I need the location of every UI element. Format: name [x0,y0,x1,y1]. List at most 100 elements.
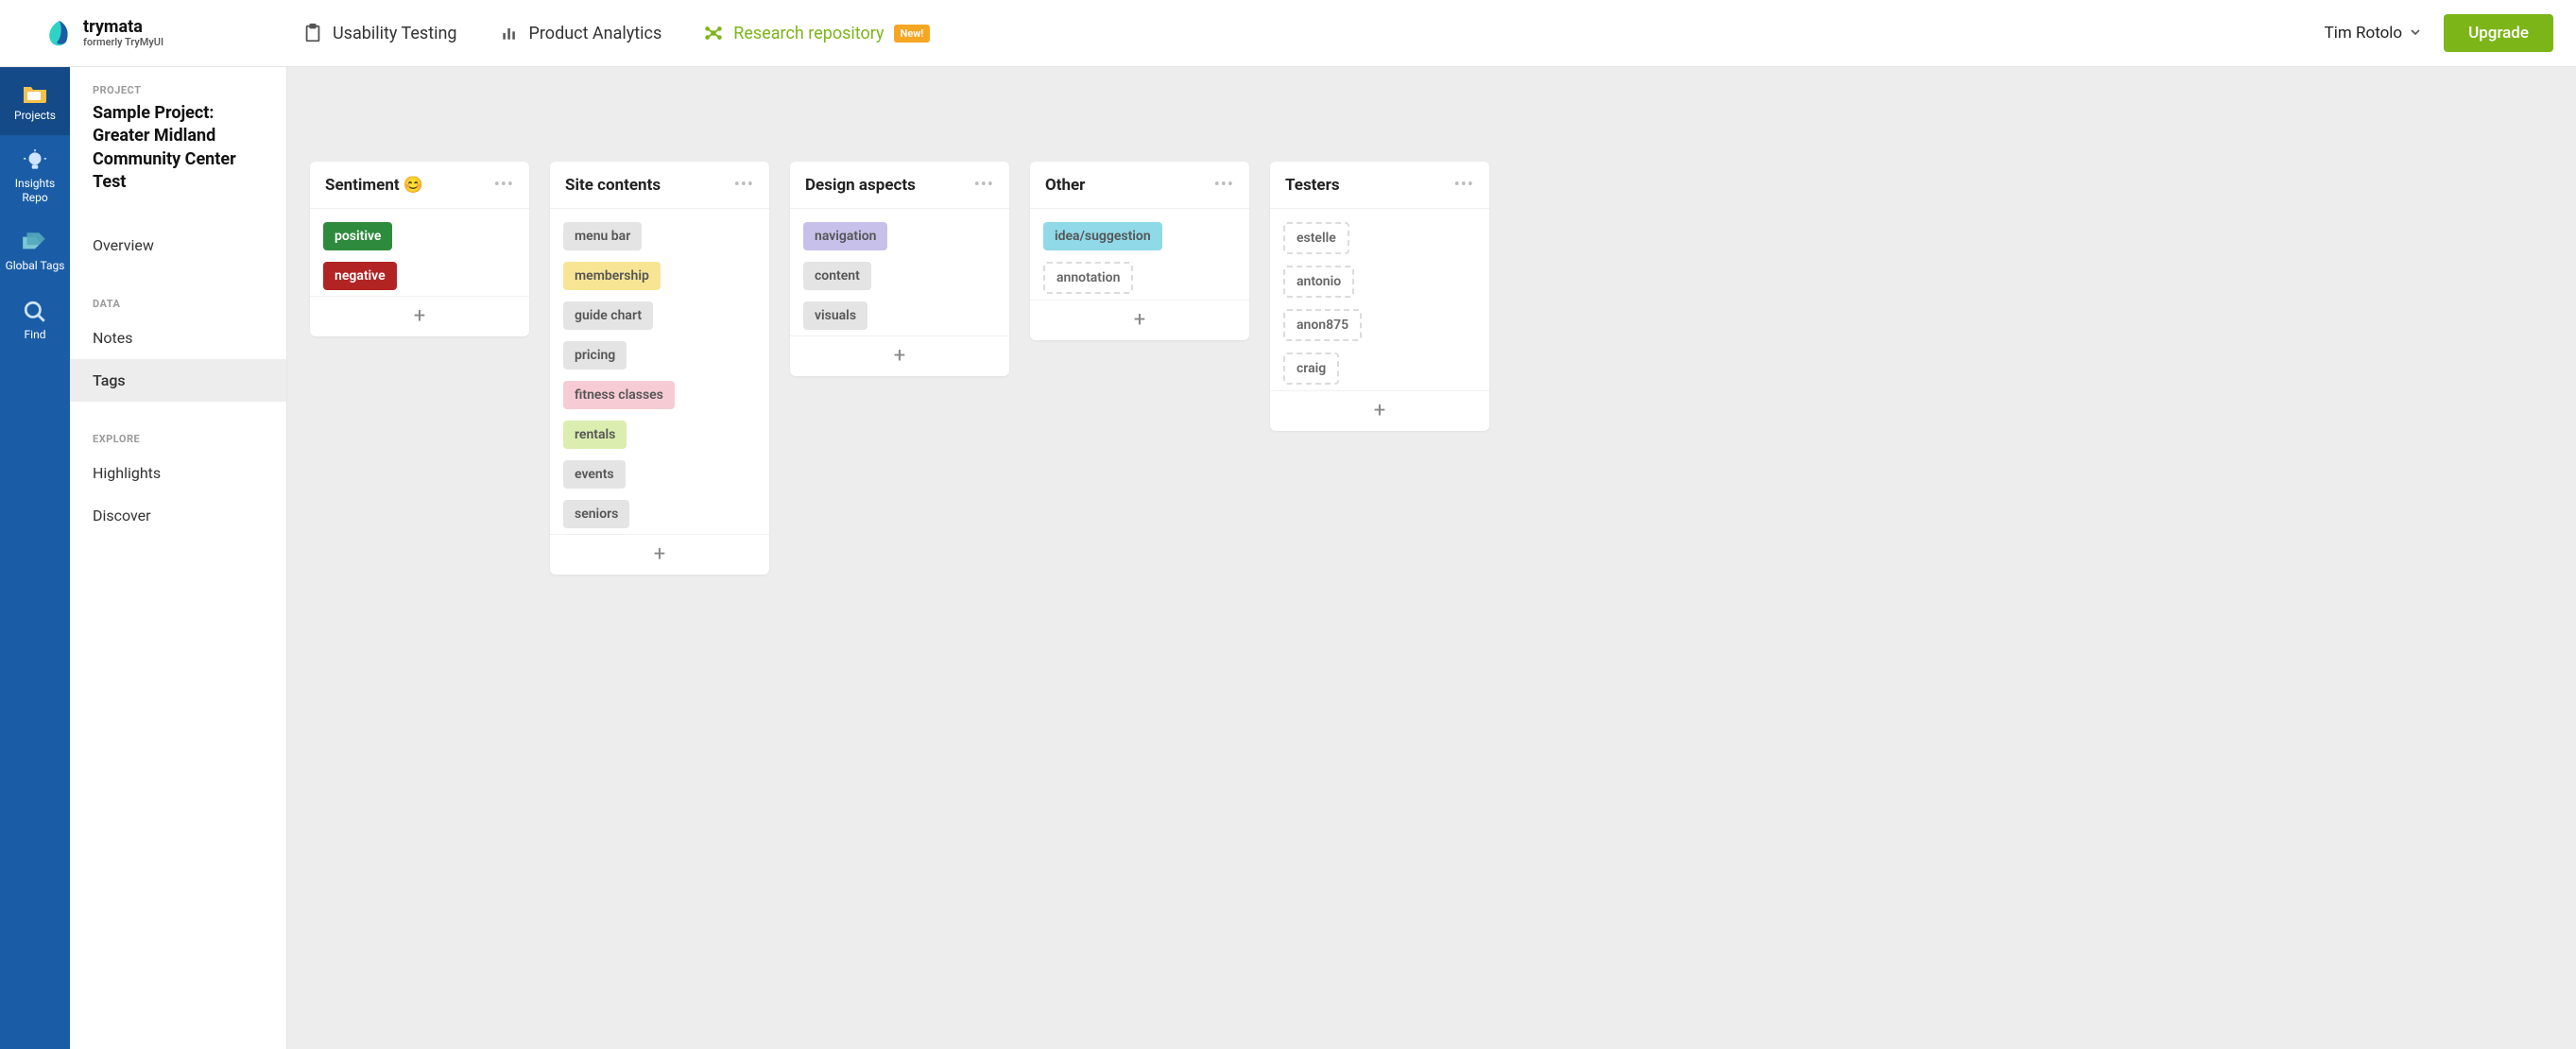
plus-icon: + [654,542,665,566]
rail-projects[interactable]: Projects [0,67,70,135]
icon-rail: Projects Insights Repo Glob [0,67,70,1049]
app-body: Projects Insights Repo Glob [0,67,2576,1049]
brand[interactable]: trymata formerly TryMyUI [0,18,283,48]
tags-board-canvas: Sentiment 😊•••positivenegative+Site cont… [287,67,2576,1049]
tag-column: Other ••• idea/suggestion annotation+ [1030,162,1249,340]
data-eyebrow: DATA [93,298,120,310]
tag-chip[interactable]: annotation [1043,262,1133,294]
column-header: Sentiment 😊 ••• [310,162,529,209]
chevron-down-icon [2410,24,2421,43]
tag-chip[interactable]: visuals [803,301,867,330]
add-tag-button[interactable]: + [1030,300,1249,340]
project-title: Sample Project: Greater Midland Communit… [93,102,264,194]
column-menu-icon[interactable]: ••• [1214,175,1234,195]
rail-label: Find [21,328,50,341]
rail-label: Insights Repo [0,177,70,204]
clipboard-icon [302,23,323,43]
add-tag-button[interactable]: + [310,296,529,336]
add-tag-button[interactable]: + [550,534,769,575]
lightbulb-icon [21,148,49,173]
column-menu-icon[interactable]: ••• [1454,175,1474,195]
folder-icon [21,80,49,105]
tag-column: Site contents ••• menu bar membership guide … [550,162,769,575]
panel-link-discover[interactable]: Discover [70,494,286,537]
nav-label: Research repository [733,24,884,43]
upgrade-button[interactable]: Upgrade [2444,14,2553,52]
tag-chip[interactable]: content [803,262,871,290]
brand-subtitle: formerly TryMyUI [83,37,163,48]
nav-product-analytics[interactable]: Product Analytics [499,23,662,43]
tag-chip[interactable]: craig [1283,353,1339,385]
add-tag-button[interactable]: + [790,335,1009,376]
project-heading: PROJECT Sample Project: Greater Midland … [70,67,286,199]
tag-chip[interactable]: positive [323,222,392,250]
plus-icon: + [894,344,905,368]
tag-chip[interactable]: seniors [563,500,629,528]
tags-icon [21,231,49,255]
plus-icon: + [414,304,425,328]
tag-chip[interactable]: rentals [563,421,627,449]
panel-link-highlights[interactable]: Highlights [70,452,286,494]
brand-name: trymata [83,18,163,37]
new-badge: New! [894,25,931,43]
tag-chip[interactable]: menu bar [563,222,642,250]
column-body: estelle antonio anon875 craig [1270,209,1489,390]
nav-research-repository[interactable]: Research repository New! [703,23,930,43]
column-title: Design aspects [805,176,916,195]
column-title: Site contents [565,176,661,195]
group-data: DATA [70,267,286,317]
plus-icon: + [1134,308,1145,332]
column-menu-icon[interactable]: ••• [494,175,514,195]
column-header: Other ••• [1030,162,1249,209]
tag-chip[interactable]: anon875 [1283,309,1362,341]
panel-link-overview[interactable]: Overview [70,224,286,267]
nav-label: Usability Testing [333,24,457,43]
column-menu-icon[interactable]: ••• [734,175,754,195]
tag-column: Design aspects ••• navigation content visual… [790,162,1009,376]
tag-chip[interactable]: estelle [1283,222,1349,254]
nav-label: Product Analytics [529,24,662,43]
add-tag-button[interactable]: + [1270,390,1489,431]
column-title: Testers [1285,176,1340,195]
column-menu-icon[interactable]: ••• [974,175,994,195]
rail-label: Projects [10,109,60,122]
column-body: positive negative [310,209,529,296]
tag-chip[interactable]: antonio [1283,266,1354,298]
explore-eyebrow: EXPLORE [93,433,140,445]
top-nav: Usability Testing Product Analytics Re [302,23,930,43]
column-title: Sentiment 😊 [325,176,423,195]
plus-icon: + [1374,399,1385,422]
app-header: trymata formerly TryMyUI Usability Testi… [0,0,2576,67]
column-body: navigation content visuals [790,209,1009,335]
panel-link-tags[interactable]: Tags [70,359,286,402]
tag-column: Testers ••• estelle antonio anon875 craig + [1270,162,1489,431]
bar-chart-icon [499,23,520,43]
nav-usability-testing[interactable]: Usability Testing [302,23,457,43]
project-panel: PROJECT Sample Project: Greater Midland … [70,67,287,1049]
rail-insights-repo[interactable]: Insights Repo [0,135,70,217]
tag-chip[interactable]: pricing [563,341,627,370]
user-menu[interactable]: Tim Rotolo [2325,24,2422,43]
tag-chip[interactable]: guide chart [563,301,653,330]
header-right: Tim Rotolo Upgrade [2325,14,2553,52]
project-eyebrow: PROJECT [93,84,264,96]
rail-find[interactable]: Find [0,286,70,354]
brand-text: trymata formerly TryMyUI [83,18,163,48]
column-header: Design aspects ••• [790,162,1009,209]
column-header: Site contents ••• [550,162,769,209]
tag-chip[interactable]: idea/suggestion [1043,222,1162,250]
rail-global-tags[interactable]: Global Tags [0,217,70,285]
tag-column: Sentiment 😊 ••• positive negative + [310,162,529,336]
tag-chip[interactable]: membership [563,262,661,290]
group-explore: EXPLORE [70,402,286,452]
column-title: Other [1045,176,1085,195]
rail-label: Global Tags [2,259,69,272]
panel-link-notes[interactable]: Notes [70,317,286,359]
tag-chip[interactable]: fitness classes [563,381,675,409]
column-body: menu bar membership guide chart pricing fitn… [550,209,769,534]
tag-chip[interactable]: negative [323,262,397,290]
logo-icon [45,19,74,47]
tag-chip[interactable]: navigation [803,222,887,250]
network-icon [703,23,724,43]
tag-chip[interactable]: events [563,460,626,489]
